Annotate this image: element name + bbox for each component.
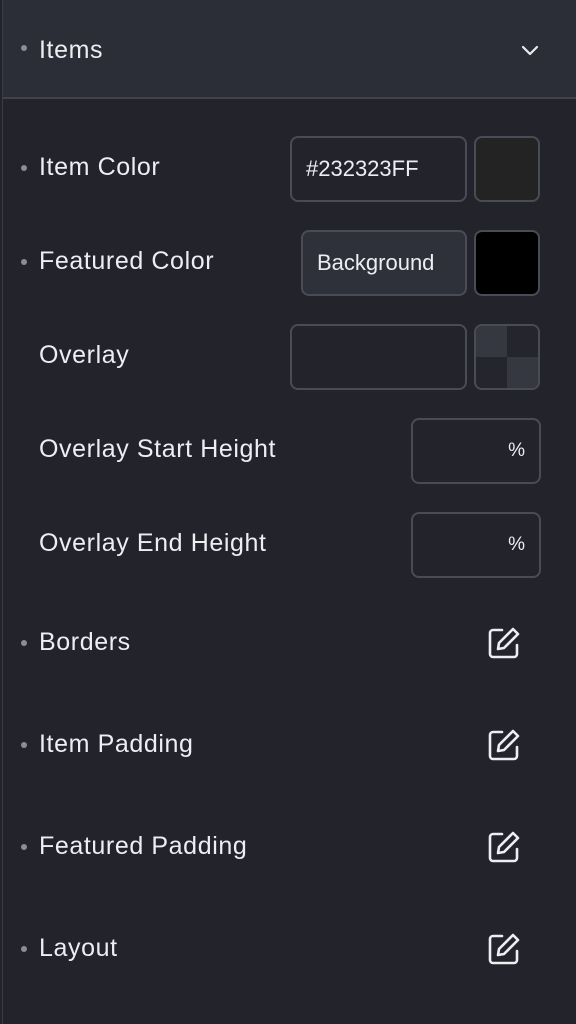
overlay-end-height-input[interactable]: % bbox=[411, 512, 541, 578]
item-color-swatch[interactable] bbox=[474, 136, 540, 202]
featured-padding-edit-icon[interactable] bbox=[487, 830, 521, 864]
overlay-start-height-label: Overlay Start Height bbox=[39, 435, 277, 463]
featured-color-bullet bbox=[21, 259, 27, 265]
item-padding-label: Item Padding bbox=[39, 730, 194, 758]
items-panel: Items Item Color #232323FF Featured Colo… bbox=[2, 0, 576, 1024]
featured-color-swatch[interactable] bbox=[474, 230, 540, 296]
layout-bullet bbox=[21, 946, 27, 952]
percent-unit: % bbox=[508, 440, 525, 461]
featured-color-label: Featured Color bbox=[39, 247, 215, 275]
overlay-swatch[interactable] bbox=[474, 324, 540, 390]
section-title: Items bbox=[39, 36, 104, 64]
borders-label: Borders bbox=[39, 628, 131, 656]
layout-label: Layout bbox=[39, 934, 118, 962]
section-bullet bbox=[21, 45, 27, 51]
transparent-checker-icon bbox=[476, 326, 538, 388]
featured-padding-bullet bbox=[21, 844, 27, 850]
percent-unit: % bbox=[508, 534, 525, 555]
featured-color-select[interactable]: Background bbox=[301, 230, 467, 296]
item-color-label: Item Color bbox=[39, 153, 161, 181]
borders-bullet bbox=[21, 640, 27, 646]
layout-edit-icon[interactable] bbox=[487, 932, 521, 966]
section-header[interactable]: Items bbox=[3, 0, 576, 99]
borders-edit-icon[interactable] bbox=[487, 626, 521, 660]
item-padding-bullet bbox=[21, 742, 27, 748]
overlay-end-height-label: Overlay End Height bbox=[39, 529, 267, 557]
item-color-input[interactable]: #232323FF bbox=[290, 136, 467, 202]
item-padding-edit-icon[interactable] bbox=[487, 728, 521, 762]
item-color-bullet bbox=[21, 165, 27, 171]
overlay-start-height-input[interactable]: % bbox=[411, 418, 541, 484]
featured-padding-label: Featured Padding bbox=[39, 832, 248, 860]
chevron-down-icon[interactable] bbox=[518, 38, 542, 62]
overlay-input[interactable] bbox=[290, 324, 467, 390]
overlay-label: Overlay bbox=[39, 341, 130, 369]
